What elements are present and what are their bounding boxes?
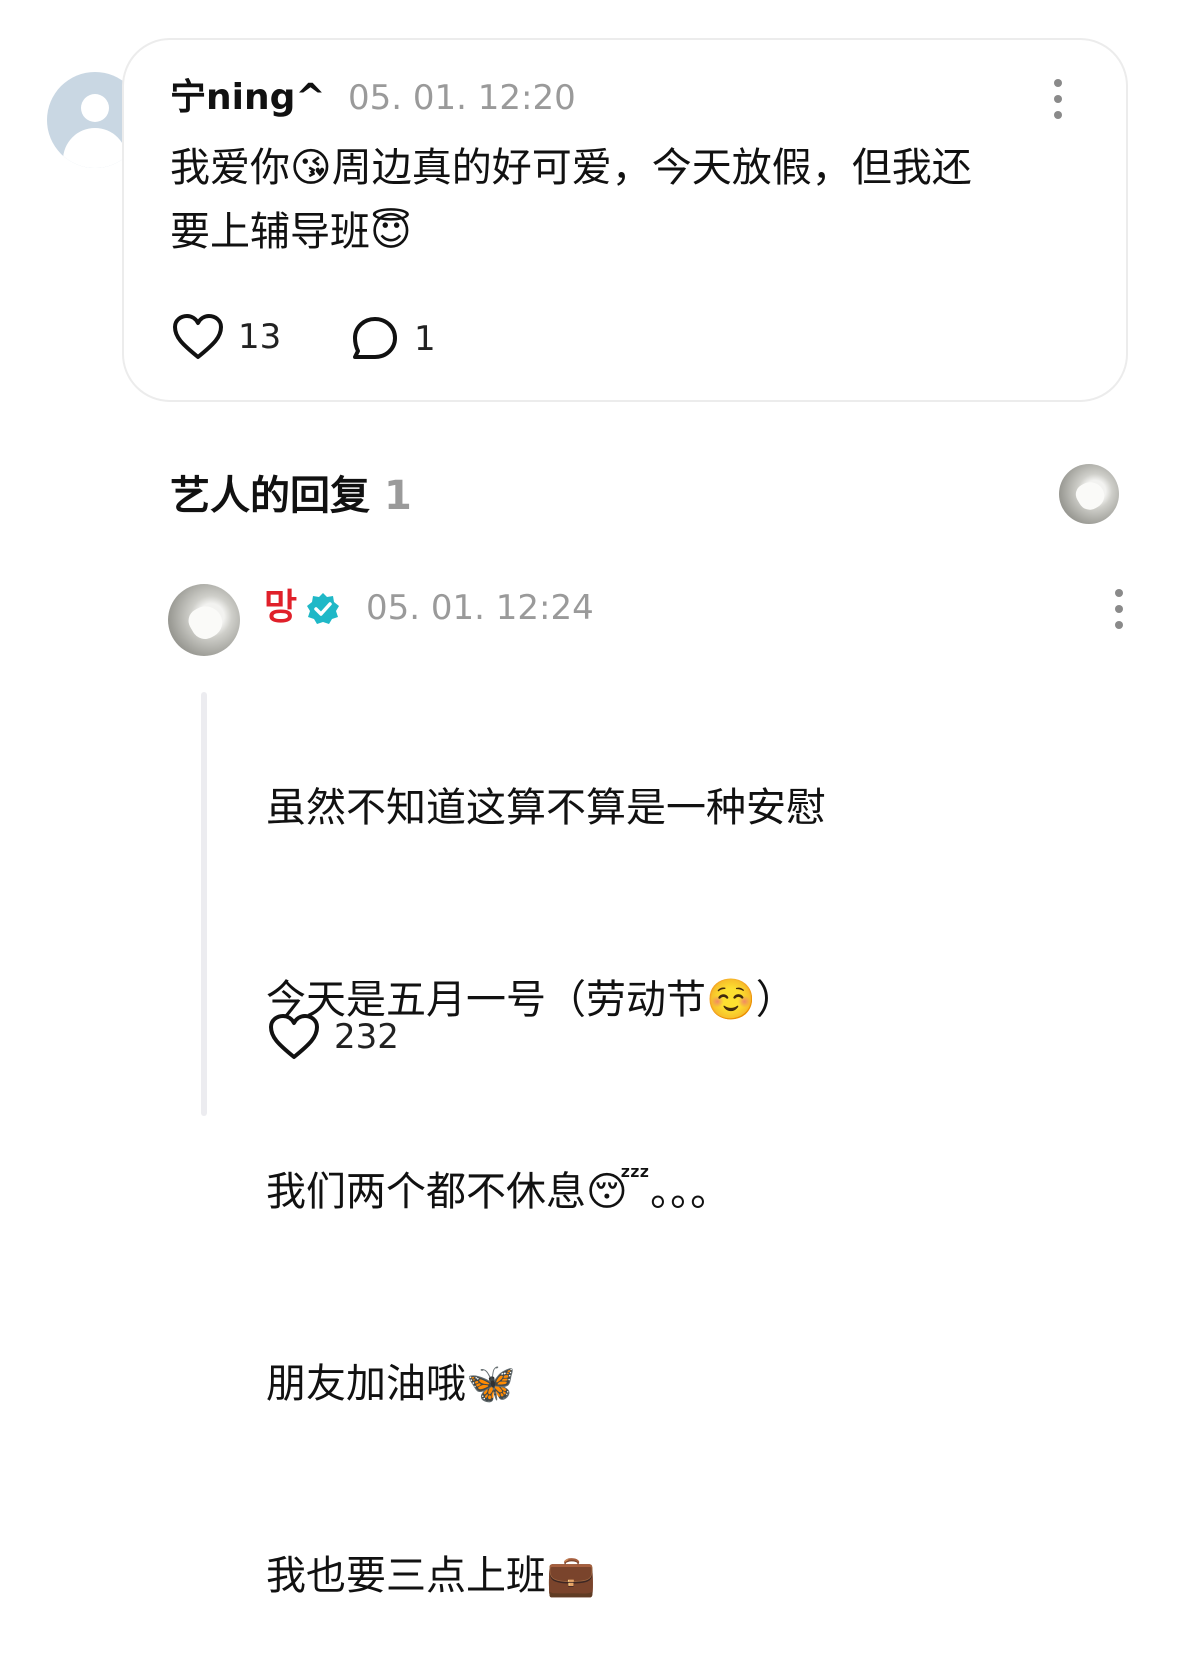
reply-more-icon[interactable] [1109,587,1129,631]
artist-avatar-small[interactable] [1059,464,1119,524]
reply-line: 我们两个都不休息😴。。。 [266,1169,731,1215]
artist-replies-header: 艺人的回复 1 [170,470,412,522]
heart-outline-icon [269,1014,319,1059]
default-user-icon-body [63,128,127,168]
reply-line: 朋友加油哦🦋 [266,1361,516,1407]
artist-replies-count: 1 [384,473,412,519]
comment-reply-count: 1 [414,319,436,359]
heart-outline-icon [173,314,223,359]
reply-text: 虽然不知道这算不算是一种安慰 今天是五月一号（劳动节☺️） 我们两个都不休息😴。… [266,648,1146,1672]
comment-reply-button[interactable]: 1 [350,315,436,363]
comment-like-button[interactable]: 13 [172,313,281,361]
default-user-icon-head [81,94,109,122]
reply-thread-line [201,692,207,1116]
reply-like-button[interactable]: 232 [268,1013,399,1061]
comment-timestamp: 05. 01. 12:20 [348,78,576,118]
comment-like-count: 13 [238,317,282,357]
comment-text: 我爱你😘周边真的好可爱，今天放假，但我还 要上辅导班😇 [170,145,972,255]
reply-line: 虽然不知道这算不算是一种安慰 [266,785,826,831]
verified-badge-icon [307,593,339,624]
comment-more-icon[interactable] [1048,77,1068,121]
reply-author-avatar[interactable] [168,584,240,656]
commenter-username[interactable]: 宁ning^ [170,76,326,120]
reply-author-name[interactable]: 망 [264,586,297,630]
reply-like-count: 232 [334,1017,399,1057]
reply-line: 我也要三点上班💼 [266,1553,596,1599]
artist-replies-title: 艺人的回复 [170,473,370,519]
reply-timestamp: 05. 01. 12:24 [366,588,594,628]
speech-bubble-icon [353,317,397,359]
